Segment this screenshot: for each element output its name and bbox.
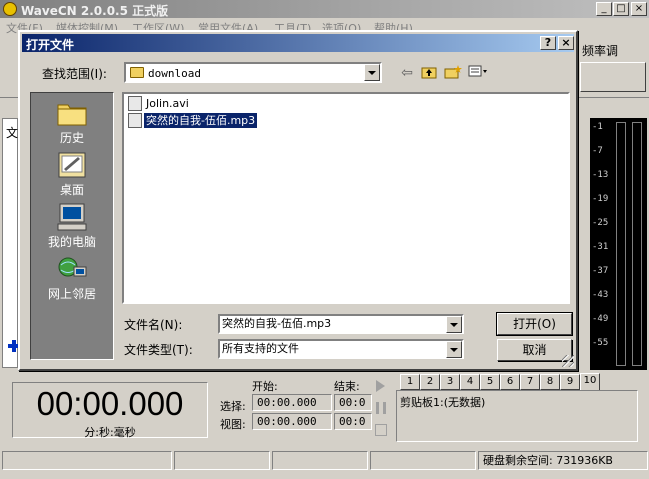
view-end-field[interactable]: 00:0 xyxy=(334,413,372,430)
meter-scale: -1 -7 -13 -19 -25 -31 -37 -43 -49 -55 xyxy=(590,118,612,370)
filename-value: 突然的自我-伍佰.mp3 xyxy=(222,317,332,330)
chevron-down-icon[interactable] xyxy=(446,341,462,358)
maximize-button[interactable]: □ xyxy=(613,2,629,16)
meter-tick: -25 xyxy=(592,218,609,228)
status-cell xyxy=(174,451,270,470)
meter-bar-right xyxy=(632,122,642,366)
up-folder-icon[interactable] xyxy=(420,65,438,81)
clipboard-tab-5[interactable]: 5 xyxy=(480,374,500,390)
meter-tick: -19 xyxy=(592,194,609,204)
filetype-select[interactable]: 所有支持的文件 xyxy=(218,339,464,359)
file-panel xyxy=(2,118,18,368)
clipboard-tab-3[interactable]: 3 xyxy=(440,374,460,390)
meter-tick: -43 xyxy=(592,290,609,300)
dialog-close-button[interactable]: × xyxy=(558,36,574,50)
clipboard-tab-7[interactable]: 7 xyxy=(520,374,540,390)
clipboard-tab-9[interactable]: 9 xyxy=(560,374,580,390)
place-label: 网上邻居 xyxy=(47,287,96,301)
place-label: 历史 xyxy=(59,131,84,145)
clipboard-tab-4[interactable]: 4 xyxy=(460,374,480,390)
close-button[interactable]: × xyxy=(631,2,647,16)
open-button[interactable]: 打开(O) xyxy=(496,312,573,336)
file-list: Jolin.avi 突然的自我-伍佰.mp3 xyxy=(122,92,570,304)
new-folder-icon[interactable] xyxy=(444,65,462,81)
dialog-titlebar: 打开文件 ? × xyxy=(22,34,574,52)
look-in-value: download xyxy=(148,67,201,80)
select-end-field[interactable]: 00:0 xyxy=(334,394,372,411)
app-titlebar: WaveCN 2.0.0.5 正式版 _ □ × xyxy=(0,0,649,18)
place-label: 桌面 xyxy=(59,183,84,197)
rate-adjust-label: 频率调 xyxy=(582,44,619,58)
chevron-down-icon[interactable] xyxy=(446,316,462,333)
level-meter: -1 -7 -13 -19 -25 -31 -37 -43 -49 -55 xyxy=(590,118,647,370)
folder-icon xyxy=(130,67,144,78)
look-in-combo[interactable]: download xyxy=(124,62,382,83)
view-label: 视图: xyxy=(220,418,246,431)
place-desktop[interactable]: 桌面 xyxy=(31,147,113,197)
dialog-title: 打开文件 xyxy=(26,38,75,52)
file-name: 突然的自我-伍佰.mp3 xyxy=(144,113,258,128)
stop-icon[interactable] xyxy=(375,424,387,436)
rate-adjust-button[interactable] xyxy=(580,62,646,92)
app-title: WaveCN 2.0.0.5 正式版 xyxy=(21,4,169,18)
meter-tick: -49 xyxy=(592,314,609,324)
play-icon[interactable] xyxy=(376,380,385,392)
clipboard-tab-8[interactable]: 8 xyxy=(540,374,560,390)
cancel-button[interactable]: 取消 xyxy=(497,339,572,361)
clipboard-tab-1[interactable]: 1 xyxy=(400,374,420,390)
view-menu-icon[interactable] xyxy=(468,65,487,81)
network-icon xyxy=(56,255,88,283)
filename-input[interactable]: 突然的自我-伍佰.mp3 xyxy=(218,314,464,334)
time-display: 00:00.000 xyxy=(36,385,184,422)
chevron-down-icon[interactable] xyxy=(364,64,380,81)
file-panel-tab[interactable]: 文 xyxy=(6,124,18,141)
clipboard-label: 剪贴板1:(无数据) xyxy=(400,396,486,409)
filetype-label: 文件类型(T): xyxy=(124,343,193,357)
status-cell xyxy=(272,451,368,470)
video-file-icon xyxy=(128,96,142,111)
audio-file-icon xyxy=(128,113,142,128)
meter-bar-left xyxy=(616,122,626,366)
back-arrow-icon[interactable]: ⇦ xyxy=(398,65,416,81)
place-history[interactable]: 历史 xyxy=(31,95,113,145)
pause-icon[interactable] xyxy=(376,402,386,414)
clipboard-tab-6[interactable]: 6 xyxy=(500,374,520,390)
filetype-value: 所有支持的文件 xyxy=(222,342,299,355)
history-folder-icon xyxy=(56,99,88,127)
select-start-field[interactable]: 00:00.000 xyxy=(252,394,332,411)
meter-tick: -1 xyxy=(592,122,603,132)
resize-grip[interactable] xyxy=(562,355,574,367)
time-unit-label: 分:秒:毫秒 xyxy=(84,426,136,439)
status-bar: 硬盘剩余空间: 731936KB xyxy=(0,450,649,472)
meter-tick: -55 xyxy=(592,338,609,348)
meter-tick: -37 xyxy=(592,266,609,276)
status-cell xyxy=(370,451,476,470)
app-logo-icon xyxy=(3,2,17,16)
start-label: 开始: xyxy=(252,380,278,393)
select-label: 选择: xyxy=(220,400,246,413)
look-in-label: 查找范围(I): xyxy=(42,67,107,81)
meter-tick: -13 xyxy=(592,170,609,180)
dialog-help-button[interactable]: ? xyxy=(540,36,556,50)
open-file-dialog: 打开文件 ? × 查找范围(I): download ⇦ 历史 桌面 我的电脑 … xyxy=(18,30,578,371)
meter-tick: -7 xyxy=(592,146,603,156)
minimize-button[interactable]: _ xyxy=(596,2,612,16)
status-cell xyxy=(2,451,172,470)
place-network[interactable]: 网上邻居 xyxy=(31,251,113,301)
places-bar: 历史 桌面 我的电脑 网上邻居 xyxy=(30,92,114,360)
end-label: 结束: xyxy=(334,380,360,393)
my-computer-icon xyxy=(56,203,88,231)
file-name: Jolin.avi xyxy=(146,97,189,110)
place-label: 我的电脑 xyxy=(47,235,96,249)
place-my-computer[interactable]: 我的电脑 xyxy=(31,199,113,249)
clipboard-tab-10[interactable]: 10 xyxy=(580,373,600,391)
filename-label: 文件名(N): xyxy=(124,318,183,332)
meter-tick: -31 xyxy=(592,242,609,252)
view-start-field[interactable]: 00:00.000 xyxy=(252,413,332,430)
clipboard-tab-2[interactable]: 2 xyxy=(420,374,440,390)
desktop-icon xyxy=(56,151,88,179)
disk-free-status: 硬盘剩余空间: 731936KB xyxy=(478,451,648,470)
